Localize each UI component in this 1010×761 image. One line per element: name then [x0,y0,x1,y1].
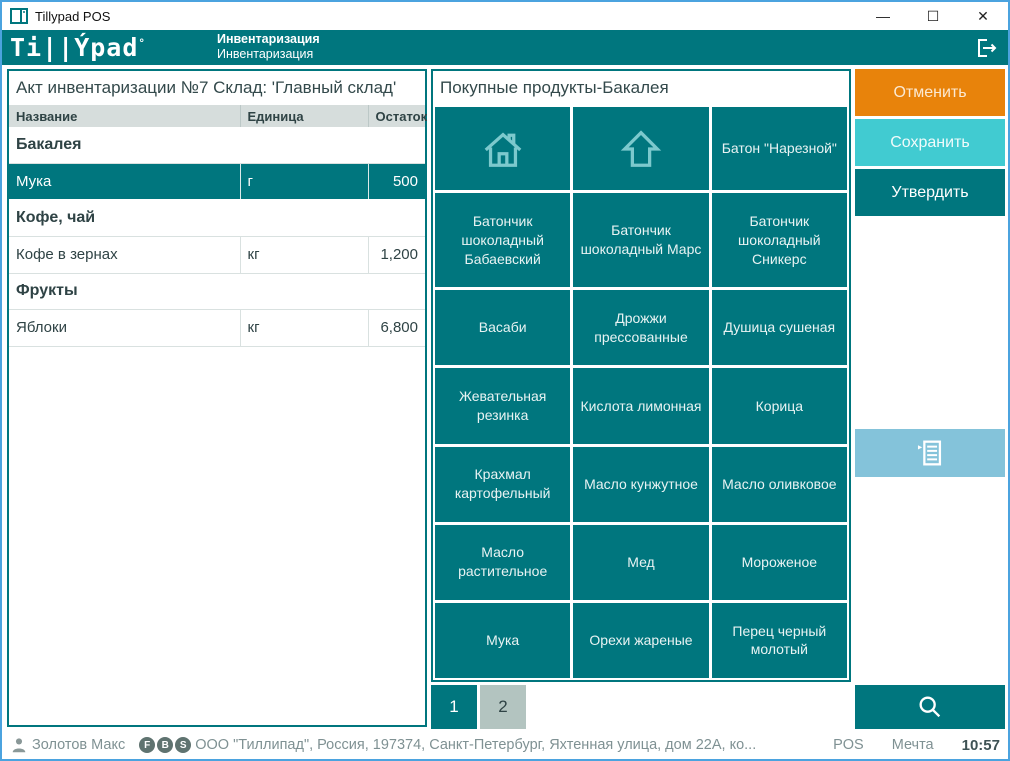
cell-name: Кофе в зернах [9,236,240,273]
product-button[interactable]: Жевательная резинка [435,368,570,443]
clock: 10:57 [962,737,1000,754]
tillypad-logo: Ti||Ýpad° [10,33,146,62]
table-row[interactable]: Кофе в зернахкг1,200 [9,236,425,273]
cell-qty: 1,200 [368,236,425,273]
cell-qty: 6,800 [368,309,425,346]
product-button[interactable]: Перец черный молотый [712,603,847,678]
product-button[interactable]: Мука [435,603,570,678]
page-button-1[interactable]: 1 [431,685,477,729]
product-button[interactable]: Васаби [435,290,570,365]
search-icon [916,693,944,721]
product-button[interactable]: Масло оливковое [712,447,847,522]
table-row[interactable]: Мукаг500 [9,163,425,200]
status-badge-b: B [157,737,173,753]
document-list-icon [913,436,947,470]
inventory-table: Название Единица Остаток БакалеяМукаг500… [9,105,425,347]
product-button[interactable]: Батон "Нарезной" [712,107,847,190]
minimize-button[interactable]: — [858,2,908,30]
cell-unit: кг [240,236,368,273]
inventory-panel: Акт инвентаризации №7 Склад: 'Главный ск… [7,69,427,727]
product-button[interactable]: Батончик шоколадный Сникерс [712,193,847,287]
cancel-button[interactable]: Отменить [855,69,1005,116]
breadcrumb-line-2: Инвентаризация [217,47,320,62]
product-button[interactable]: Мороженое [712,525,847,600]
search-button[interactable] [855,685,1005,729]
app-window-icon [10,8,28,24]
breadcrumb-line-1: Инвентаризация [217,32,320,47]
column-name: Название [9,105,240,127]
group-label: Кофе, чай [9,200,425,236]
up-arrow-button[interactable] [573,107,708,190]
inventory-title: Акт инвентаризации №7 Склад: 'Главный ск… [9,71,425,105]
cell-name: Мука [9,163,240,200]
cell-unit: г [240,163,368,200]
close-button[interactable]: ✕ [958,2,1008,30]
app-window: Tillypad POS — ☐ ✕ Ti||Ýpad° Инвентариза… [0,0,1010,761]
group-label: Фрукты [9,273,425,309]
table-group-row: Кофе, чай [9,200,425,236]
product-button[interactable]: Батончик шоколадный Марс [573,193,708,287]
status-bar: Золотов Макс FBS ООО "Тиллипад", Россия,… [2,731,1008,759]
product-button[interactable]: Дрожжи прессованные [573,290,708,365]
current-user: Золотов Макс [32,737,125,753]
column-unit: Единица [240,105,368,127]
page-selector: 12 [431,685,526,729]
logout-button[interactable] [974,36,998,60]
table-header-row: Название Единица Остаток [9,105,425,127]
maximize-button[interactable]: ☐ [908,2,958,30]
logout-icon [974,36,998,60]
approve-button[interactable]: Утвердить [855,169,1005,216]
status-badge-s: S [175,737,191,753]
cell-unit: кг [240,309,368,346]
column-qty: Остаток [368,105,425,127]
table-group-row: Бакалея [9,127,425,163]
group-label: Бакалея [9,127,425,163]
product-button[interactable]: Масло кунжутное [573,447,708,522]
table-group-row: Фрукты [9,273,425,309]
product-button[interactable]: Кислота лимонная [573,368,708,443]
company-info: ООО "Тиллипад", Россия, 197374, Санкт-Пе… [195,737,823,753]
window-title: Tillypad POS [35,9,110,24]
catalog-title: Покупные продукты-Бакалея [433,71,849,105]
titlebar: Tillypad POS — ☐ ✕ [2,2,1008,30]
home-button[interactable] [435,107,570,190]
up-arrow-icon [579,126,702,172]
app-header: Ti||Ýpad° Инвентаризация Инвентаризация [2,30,1008,65]
breadcrumb: Инвентаризация Инвентаризация [217,32,320,62]
document-list-button[interactable] [855,429,1005,477]
product-button[interactable]: Крахмал картофельный [435,447,570,522]
product-button[interactable]: Мед [573,525,708,600]
product-button[interactable]: Масло растительное [435,525,570,600]
mode-label: POS [833,737,864,753]
save-button[interactable]: Сохранить [855,119,1005,166]
product-grid: Батон "Нарезной" Батончик шоколадный Баба… [433,105,849,680]
product-button[interactable]: Орехи жареные [573,603,708,678]
main-area: Акт инвентаризации №7 Склад: 'Главный ск… [2,65,1008,731]
inventory-table-body: БакалеяМукаг500Кофе, чайКофе в зернахкг1… [9,127,425,346]
status-badges: FBS [139,737,191,753]
product-button[interactable]: Душица сушеная [712,290,847,365]
user-icon [10,736,28,754]
station-label: Мечта [892,737,934,753]
table-row[interactable]: Яблокикг6,800 [9,309,425,346]
cell-name: Яблоки [9,309,240,346]
cell-qty: 500 [368,163,425,200]
status-badge-f: F [139,737,155,753]
home-icon [441,126,564,172]
page-button-2[interactable]: 2 [480,685,526,729]
product-button[interactable]: Батончик шоколадный Бабаевский [435,193,570,287]
product-button[interactable]: Корица [712,368,847,443]
catalog-panel: Покупные продукты-Бакалея Батон "Нарезно… [431,69,851,682]
